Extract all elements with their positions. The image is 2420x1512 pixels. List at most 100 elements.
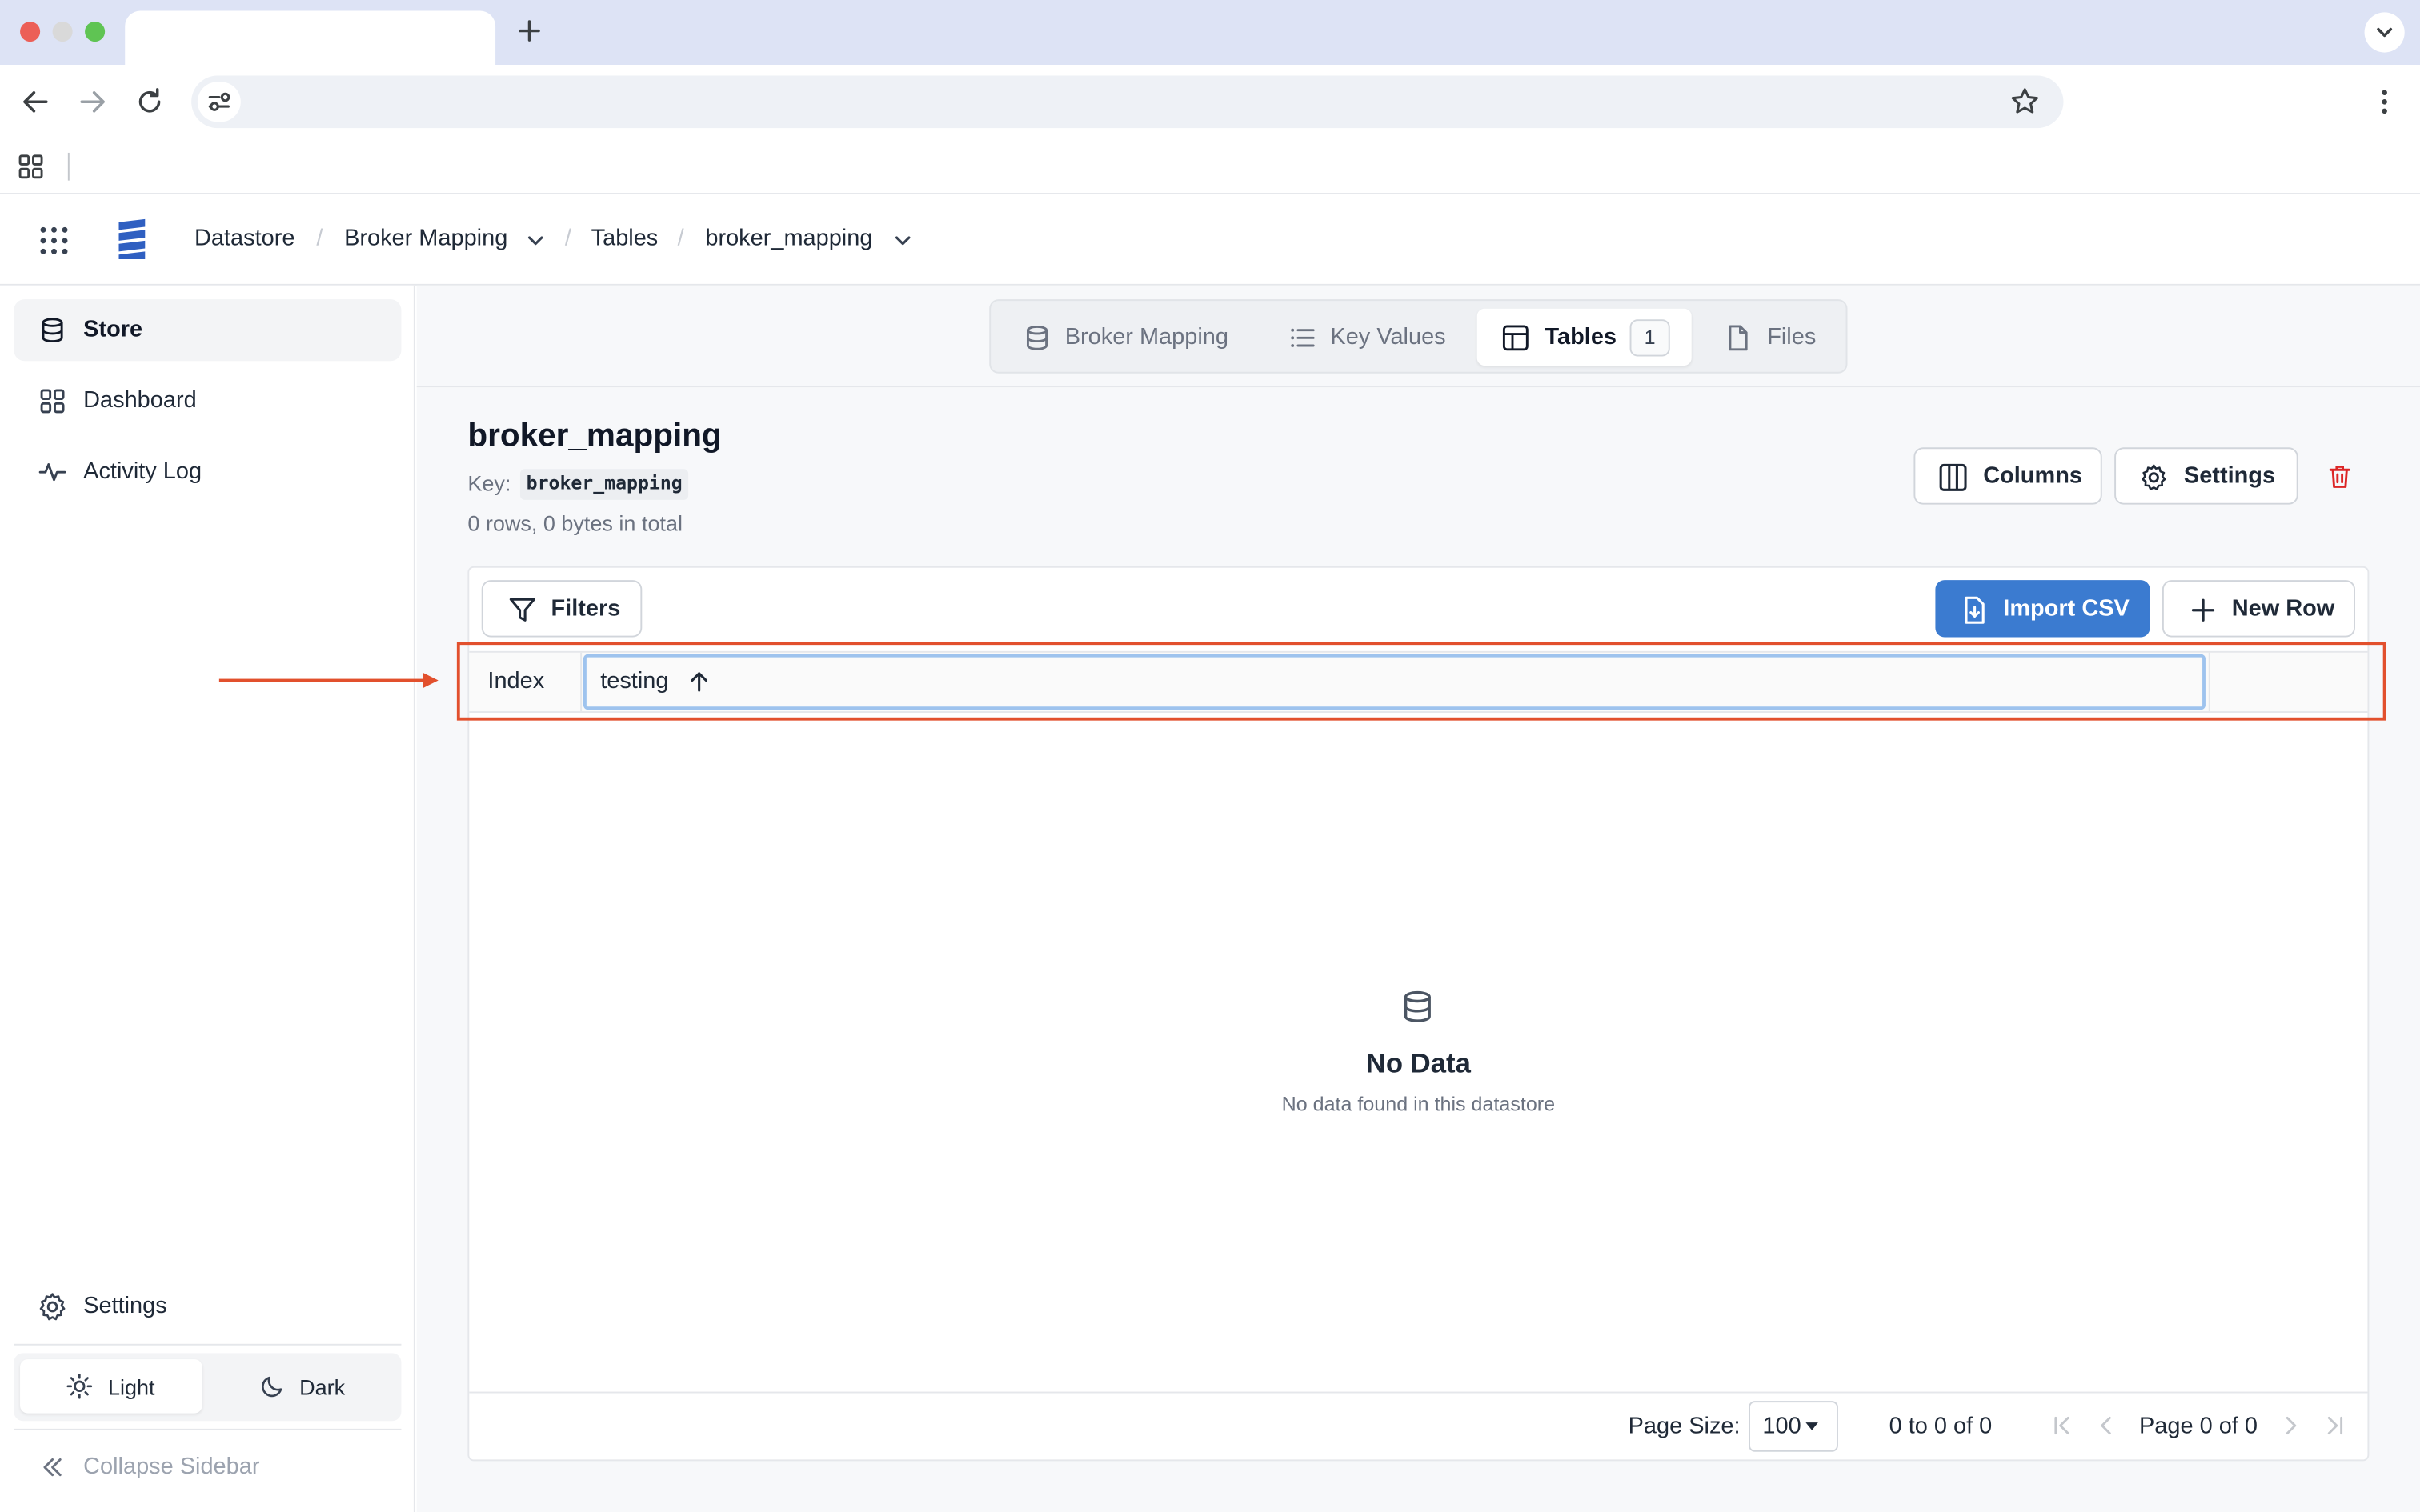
plus-icon[interactable] bbox=[514, 15, 545, 46]
filters-button-label: Filters bbox=[551, 595, 621, 622]
sidebar-item-settings[interactable]: Settings bbox=[14, 1276, 401, 1338]
browser-menu-icon[interactable] bbox=[2369, 85, 2400, 118]
tab-label: Broker Mapping bbox=[1064, 323, 1228, 350]
tab-files[interactable]: Files bbox=[1701, 309, 1837, 366]
minimize-window-button[interactable] bbox=[52, 21, 73, 42]
tab-key-values[interactable]: Key Values bbox=[1268, 309, 1469, 366]
table-icon bbox=[1501, 324, 1529, 352]
previous-page-icon[interactable] bbox=[2096, 1414, 2118, 1436]
collapse-sidebar-label: Collapse Sidebar bbox=[83, 1453, 260, 1480]
page-size-select[interactable]: 100 bbox=[1749, 1401, 1838, 1452]
settings-button-label: Settings bbox=[2183, 462, 2276, 490]
tabs-divider bbox=[416, 386, 2420, 388]
list-icon bbox=[1288, 324, 1316, 352]
apps-grid-icon[interactable] bbox=[17, 153, 45, 181]
browser-tab[interactable] bbox=[125, 10, 496, 65]
breadcrumb-broker-mapping[interactable]: Broker Mapping bbox=[344, 226, 507, 252]
breadcrumb-separator: / bbox=[564, 225, 571, 252]
new-row-label: New Row bbox=[2231, 595, 2335, 622]
chevron-down-icon[interactable] bbox=[2364, 12, 2405, 53]
trash-icon[interactable] bbox=[2326, 463, 2354, 491]
bookmark-star-icon[interactable] bbox=[2008, 85, 2041, 118]
theme-light-button[interactable]: Light bbox=[20, 1359, 202, 1414]
filters-button[interactable]: Filters bbox=[481, 580, 643, 638]
gear-icon bbox=[2139, 463, 2169, 493]
gear-icon bbox=[37, 1291, 68, 1322]
new-row-button[interactable]: New Row bbox=[2162, 580, 2355, 638]
breadcrumb-separator: / bbox=[677, 225, 684, 252]
sidebar-item-label: Settings bbox=[83, 1293, 167, 1319]
first-page-icon[interactable] bbox=[2051, 1414, 2073, 1436]
site-info-icon[interactable] bbox=[197, 82, 241, 122]
tables-count-badge: 1 bbox=[1629, 319, 1670, 357]
chevrons-left-icon bbox=[40, 1455, 65, 1480]
tab-label: Key Values bbox=[1330, 323, 1446, 350]
import-csv-label: Import CSV bbox=[2003, 595, 2130, 622]
chevron-down-icon[interactable] bbox=[525, 230, 547, 251]
key-label: Key: bbox=[467, 470, 511, 496]
pagination-divider bbox=[469, 1391, 2368, 1394]
theme-toggle: Light Dark bbox=[14, 1353, 402, 1422]
file-icon bbox=[1724, 324, 1752, 352]
import-csv-button[interactable]: Import CSV bbox=[1935, 580, 2150, 638]
columns-button[interactable]: Columns bbox=[1913, 447, 2102, 505]
activity-icon bbox=[38, 458, 66, 486]
reload-icon[interactable] bbox=[133, 85, 166, 118]
sidebar-item-dashboard[interactable]: Dashboard bbox=[14, 370, 401, 432]
app-launcher-icon[interactable] bbox=[38, 226, 70, 257]
annotation-highlight-box bbox=[456, 642, 2386, 721]
tab-tables[interactable]: Tables 1 bbox=[1476, 308, 1692, 366]
theme-dark-button[interactable]: Dark bbox=[213, 1359, 395, 1414]
next-page-icon[interactable] bbox=[2279, 1414, 2301, 1436]
moon-icon bbox=[259, 1373, 286, 1399]
sun-icon bbox=[66, 1373, 93, 1399]
back-arrow-icon[interactable] bbox=[18, 85, 52, 118]
annotation-arrow-line bbox=[218, 678, 427, 682]
collapse-sidebar-button[interactable]: Collapse Sidebar bbox=[37, 1450, 346, 1484]
database-icon bbox=[1400, 989, 1435, 1024]
maximize-window-button[interactable] bbox=[85, 21, 106, 42]
sidebar-divider bbox=[14, 1428, 402, 1430]
empty-state-subtitle: No data found in this datastore bbox=[1281, 1092, 1556, 1116]
dashboard-icon bbox=[38, 387, 66, 415]
breadcrumb-datastore[interactable]: Datastore bbox=[194, 226, 294, 252]
table-summary: 0 rows, 0 bytes in total bbox=[467, 510, 683, 536]
chevron-down-icon[interactable] bbox=[892, 230, 914, 251]
tab-label: Tables bbox=[1545, 323, 1617, 350]
forward-arrow-icon[interactable] bbox=[75, 85, 109, 118]
app-logo-icon[interactable] bbox=[116, 218, 150, 261]
sidebar-item-label: Dashboard bbox=[83, 387, 197, 414]
empty-state-title: No Data bbox=[1365, 1047, 1471, 1079]
bookmarks-divider bbox=[67, 152, 70, 181]
breadcrumb-separator: / bbox=[316, 225, 323, 252]
database-icon bbox=[1024, 324, 1052, 352]
store-tabs: Broker Mapping Key Values Tables 1 Files bbox=[989, 299, 1848, 374]
key-value: broker_mapping bbox=[519, 469, 689, 500]
tab-broker-mapping[interactable]: Broker Mapping bbox=[1000, 309, 1263, 366]
breadcrumb-broker-mapping-table[interactable]: broker_mapping bbox=[705, 226, 872, 252]
file-import-icon bbox=[1960, 595, 1989, 625]
page-size-label: Page Size: bbox=[1628, 1413, 1741, 1440]
table-settings-button[interactable]: Settings bbox=[2114, 447, 2298, 505]
app-header: Datastore / Broker Mapping / Tables / br… bbox=[0, 194, 2420, 286]
sidebar-item-store[interactable]: Store bbox=[14, 299, 402, 362]
annotation-arrow-head bbox=[423, 672, 439, 689]
database-icon bbox=[38, 316, 66, 344]
page-indicator: Page 0 of 0 bbox=[2138, 1413, 2258, 1440]
theme-dark-label: Dark bbox=[299, 1374, 346, 1400]
filter-icon bbox=[507, 595, 537, 625]
tab-label: Files bbox=[1767, 323, 1817, 350]
row-range-text: 0 to 0 of 0 bbox=[1889, 1413, 1993, 1440]
close-window-button[interactable] bbox=[20, 21, 41, 42]
columns-button-label: Columns bbox=[1983, 462, 2082, 490]
address-bar[interactable] bbox=[191, 75, 2064, 129]
caret-down-icon bbox=[1804, 1421, 1819, 1433]
sidebar-item-activity-log[interactable]: Activity Log bbox=[14, 442, 401, 503]
plus-icon bbox=[2189, 595, 2218, 625]
last-page-icon[interactable] bbox=[2324, 1414, 2346, 1436]
sidebar-item-label: Activity Log bbox=[83, 458, 202, 485]
breadcrumb-tables[interactable]: Tables bbox=[591, 226, 659, 252]
theme-light-label: Light bbox=[107, 1374, 155, 1400]
sidebar-divider bbox=[14, 1343, 402, 1346]
page-size-value: 100 bbox=[1762, 1413, 1801, 1440]
